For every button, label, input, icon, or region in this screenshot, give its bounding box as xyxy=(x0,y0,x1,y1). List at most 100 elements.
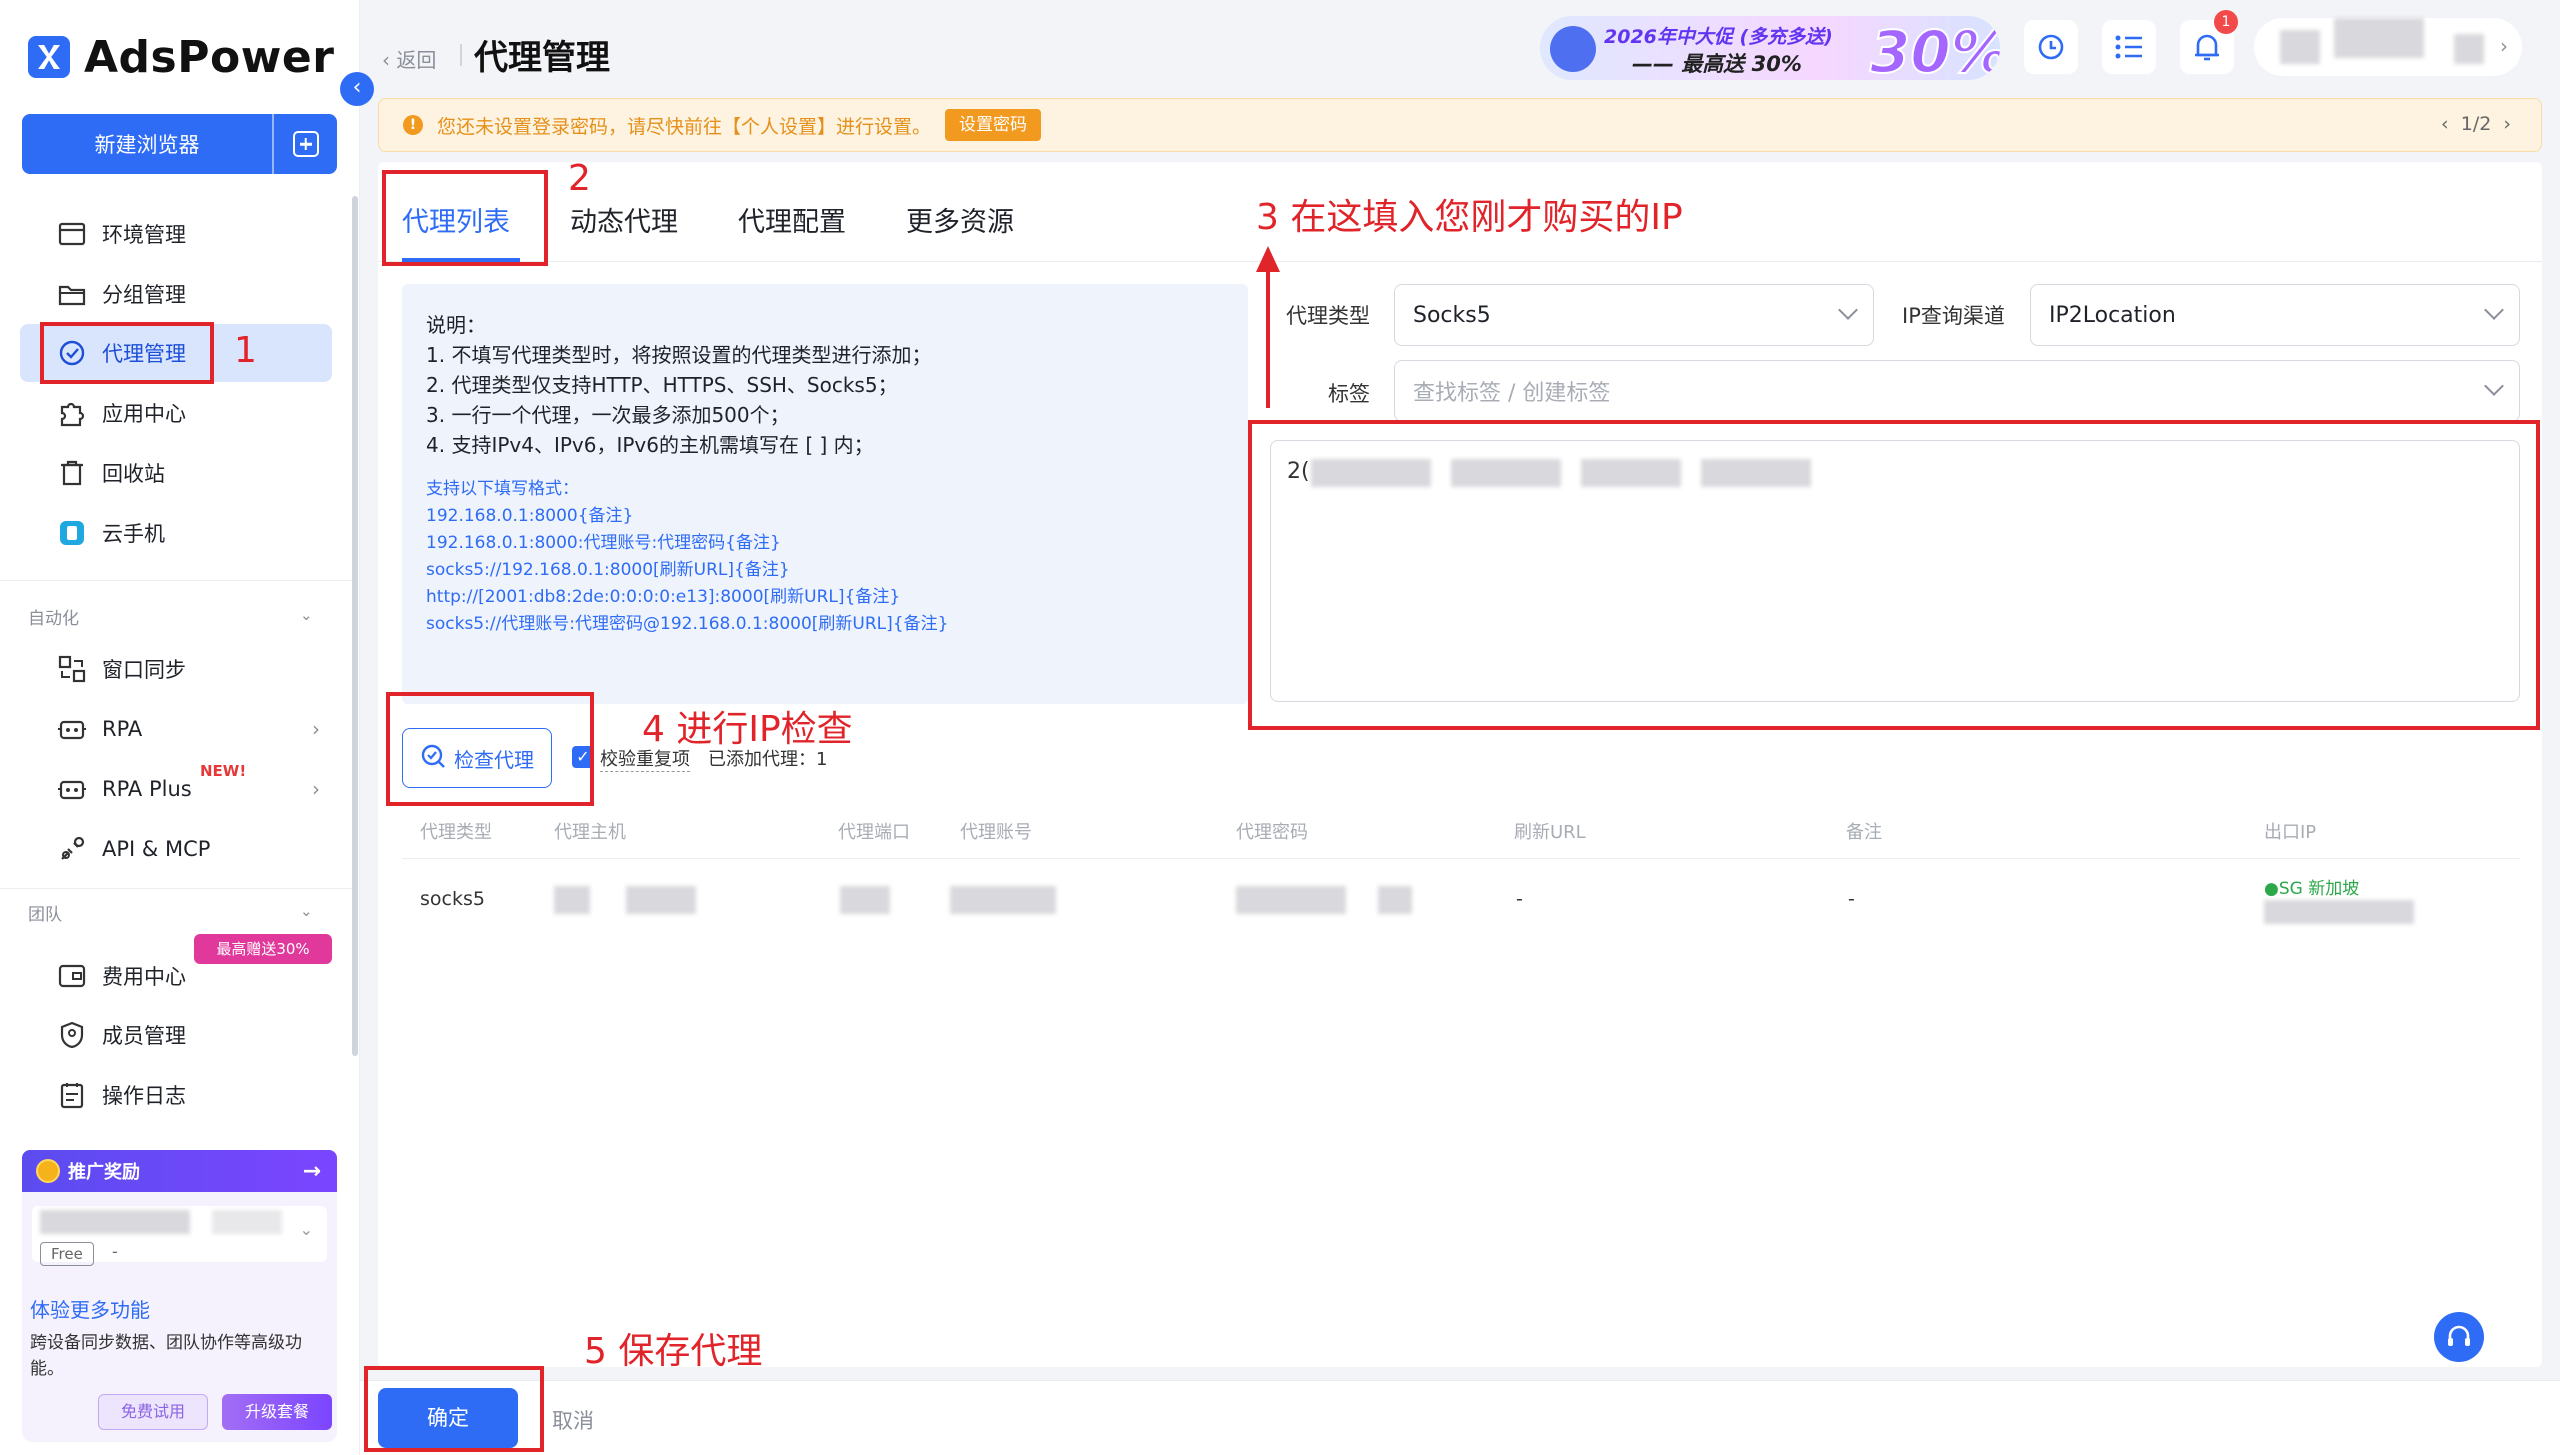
tab-proxy-config[interactable]: 代理配置 xyxy=(738,200,846,239)
user-plan-box[interactable]: Free - ⌄ xyxy=(32,1206,327,1266)
annotation-box-2 xyxy=(382,170,548,266)
proxy-type-value: Socks5 xyxy=(1413,302,1491,328)
redacted-host xyxy=(554,886,590,914)
chevron-right-icon: › xyxy=(312,777,320,801)
col-header: 出口IP xyxy=(2264,822,2317,843)
adspower-logo-icon xyxy=(28,36,70,78)
wallet-icon xyxy=(56,960,88,992)
annotation-box-1 xyxy=(40,322,214,384)
alert-pager[interactable]: ‹ 1/2 › xyxy=(2441,113,2511,135)
format-example: socks5://192.168.0.1:8000[刷新URL]{备注} xyxy=(426,560,790,580)
col-header: 刷新URL xyxy=(1514,822,1586,843)
back-link[interactable]: ‹ 返回 xyxy=(382,44,436,73)
sidebar-item-logs[interactable]: 操作日志 xyxy=(20,1066,332,1124)
avatar xyxy=(2280,30,2320,64)
exit-ip-geo: ●SG 新加坡 xyxy=(2264,879,2360,899)
sidebar-item-members[interactable]: 成员管理 xyxy=(20,1006,332,1064)
user-menu[interactable] xyxy=(2254,18,2522,76)
sidebar-item-rpa-plus[interactable]: RPA Plus NEW! › xyxy=(20,760,332,818)
cell-type: socks5 xyxy=(420,888,485,910)
cell-refresh-url: - xyxy=(1516,888,1523,910)
promo-desc: 跨设备同步数据、团队协作等高级功能。 xyxy=(30,1333,302,1379)
set-password-button[interactable]: 设置密码 xyxy=(945,109,1042,141)
coin-icon xyxy=(36,1159,60,1183)
cell-remark: - xyxy=(1848,888,1855,910)
redacted-port xyxy=(840,886,890,914)
main-card: 代理列表 动态代理 代理配置 更多资源 说明： 1. 不填写代理类型时，将按照设… xyxy=(378,162,2542,1367)
format-example: 192.168.0.1:8000{备注} xyxy=(426,506,634,526)
section-team-label: 团队 xyxy=(28,905,62,925)
ip-channel-value: IP2Location xyxy=(2049,302,2176,328)
tasks-button[interactable] xyxy=(2102,20,2156,74)
sidebar-scrollbar[interactable] xyxy=(352,196,358,1056)
sidebar-item-apps[interactable]: 应用中心 xyxy=(20,384,332,442)
log-icon xyxy=(56,1079,88,1111)
annotation-5: 5 保存代理 xyxy=(584,1331,763,1372)
free-trial-button[interactable]: 免费试用 xyxy=(98,1394,208,1430)
arrow-right-icon: → xyxy=(302,1158,321,1184)
list-icon xyxy=(2115,35,2142,59)
redacted-account xyxy=(950,886,1056,914)
info-line: 1. 不填写代理类型时，将按照设置的代理类型进行添加； xyxy=(426,343,932,367)
collapse-sidebar-button[interactable]: ‹ xyxy=(340,72,374,106)
alert-pager-text: 1/2 xyxy=(2460,113,2492,135)
sidebar-item-label: 成员管理 xyxy=(102,1024,186,1048)
format-example: socks5://代理账号:代理密码@192.168.0.1:8000[刷新UR… xyxy=(426,614,949,634)
sidebar-item-label: 应用中心 xyxy=(102,402,186,426)
promo-banner[interactable]: 2026年中大促 (多充多送) —— 最高送 30% 30% xyxy=(1540,16,2000,80)
headset-icon xyxy=(2448,1325,2470,1346)
ip-channel-select[interactable]: IP2Location xyxy=(2030,284,2520,346)
chevron-down-icon[interactable]: ⌄ xyxy=(300,606,313,624)
sync-button[interactable] xyxy=(2024,20,2078,74)
redacted-password xyxy=(1236,886,1346,914)
page-title: 代理管理 xyxy=(474,38,610,78)
upgrade-button[interactable]: 升级套餐 xyxy=(222,1394,332,1430)
annotation-1: 1 xyxy=(234,330,257,371)
chevron-down-icon[interactable]: ⌄ xyxy=(300,902,313,920)
promo-header[interactable]: 推广奖励 → xyxy=(22,1150,337,1192)
warning-icon: ! xyxy=(403,115,423,135)
sidebar-item-api[interactable]: API & MCP xyxy=(20,820,332,878)
sync-icon xyxy=(2038,34,2064,60)
tab-dynamic-proxy[interactable]: 动态代理 xyxy=(570,200,678,239)
window-sync-icon xyxy=(56,653,88,685)
chevron-down-icon xyxy=(2484,300,2504,320)
banner-line2: —— 最高送 30% xyxy=(1632,52,1802,76)
trash-icon xyxy=(56,457,88,489)
back-label: 返回 xyxy=(396,48,437,72)
sidebar-item-cloud-phone[interactable]: 云手机 xyxy=(20,504,332,562)
shield-user-icon xyxy=(56,1019,88,1051)
sidebar-item-label: 窗口同步 xyxy=(102,658,186,682)
format-example: 192.168.0.1:8000:代理账号:代理密码{备注} xyxy=(426,533,781,553)
support-button[interactable] xyxy=(2434,1312,2484,1362)
new-browser-plus-button[interactable] xyxy=(274,131,337,157)
col-header: 代理端口 xyxy=(838,822,910,843)
app-logo[interactable]: AdsPower xyxy=(28,32,334,83)
annotation-box-4 xyxy=(386,692,594,806)
sidebar-item-groups[interactable]: 分组管理 xyxy=(20,265,332,323)
annotation-2: 2 xyxy=(568,158,591,199)
new-browser-button[interactable]: 新建浏览器 xyxy=(22,114,337,174)
plus-icon xyxy=(292,131,319,157)
plan-tag: Free xyxy=(40,1242,94,1266)
tag-select[interactable]: 查找标签 / 创建标签 xyxy=(1394,360,2520,422)
browser-window-icon xyxy=(56,218,88,250)
banner-line1: 2026年中大促 (多充多送) xyxy=(1604,26,1833,48)
cancel-button[interactable]: 取消 xyxy=(552,1405,594,1435)
proxy-type-select[interactable]: Socks5 xyxy=(1394,284,1874,346)
chevron-right-icon[interactable]: › xyxy=(2500,34,2508,58)
promo-card: 推广奖励 → Free - ⌄ 体验更多功能 跨设备同步数据、团队协作等高级功能… xyxy=(22,1150,337,1442)
sidebar-item-env[interactable]: 环境管理 xyxy=(20,205,332,263)
sidebar-item-billing[interactable]: 费用中心 xyxy=(20,947,332,1005)
sidebar-item-label: RPA Plus xyxy=(102,777,192,801)
tag-placeholder: 查找标签 / 创建标签 xyxy=(1413,381,1611,406)
chevron-down-icon: ⌄ xyxy=(299,1220,313,1239)
col-header: 备注 xyxy=(1846,822,1882,843)
promo-title: 体验更多功能 xyxy=(30,1298,150,1322)
new-badge: NEW! xyxy=(200,762,247,780)
sidebar-item-window-sync[interactable]: 窗口同步 xyxy=(20,640,332,698)
chevron-down-icon xyxy=(2484,376,2504,396)
sidebar-item-trash[interactable]: 回收站 xyxy=(20,444,332,502)
tab-more-resources[interactable]: 更多资源 xyxy=(906,200,1014,239)
sidebar-item-rpa[interactable]: RPA › xyxy=(20,700,332,758)
